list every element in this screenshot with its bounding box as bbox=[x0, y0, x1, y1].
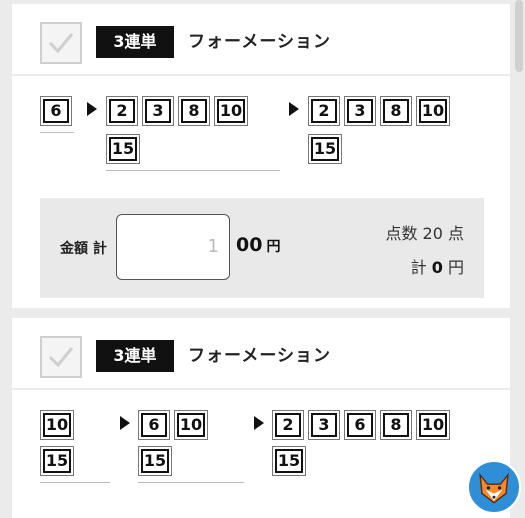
play-arrow-icon bbox=[289, 102, 299, 116]
third-pick-box[interactable]: 2 bbox=[308, 96, 340, 126]
third-pick-number: 2 bbox=[275, 413, 301, 437]
third-pick-box[interactable]: 15 bbox=[308, 134, 342, 164]
third-pick-number: 15 bbox=[275, 449, 303, 473]
divider-line bbox=[40, 132, 74, 133]
second-pick-box[interactable]: 15 bbox=[106, 134, 140, 164]
play-arrow-icon bbox=[87, 102, 97, 116]
first-pick-number: 15 bbox=[43, 449, 71, 473]
second-pick-number: 8 bbox=[181, 99, 207, 123]
second-pick-number: 6 bbox=[141, 413, 167, 437]
ticket-card-1: 3連単 フォーメーション 6 2 3 8 10 15 2 3 8 10 15 金… bbox=[12, 4, 510, 308]
third-pick-box[interactable]: 10 bbox=[416, 410, 450, 440]
bet-type-badge: 3連単 bbox=[96, 26, 174, 58]
amount-input[interactable]: 1 bbox=[116, 214, 230, 280]
third-pick-number: 6 bbox=[347, 413, 373, 437]
amount-panel: 金額 計 1 00 円 点数 20 点 計 0 円 bbox=[40, 198, 484, 298]
first-pick-box[interactable]: 15 bbox=[40, 446, 74, 476]
page: 3連単 フォーメーション 6 2 3 8 10 15 2 3 8 10 15 金… bbox=[12, 0, 510, 518]
second-pick-box[interactable]: 8 bbox=[178, 96, 210, 126]
first-pick-box[interactable]: 10 bbox=[40, 410, 74, 440]
bet-mode-label: フォーメーション bbox=[188, 346, 331, 366]
total-amount: 計 0 円 bbox=[411, 254, 464, 278]
second-pick-number: 10 bbox=[177, 413, 205, 437]
scrollbar[interactable] bbox=[515, 0, 523, 72]
second-pick-box[interactable]: 2 bbox=[106, 96, 138, 126]
fox-mascot-icon bbox=[467, 460, 521, 514]
second-pick-box[interactable]: 10 bbox=[214, 96, 248, 126]
third-pick-number: 2 bbox=[311, 99, 337, 123]
total-suffix: 円 bbox=[447, 258, 464, 277]
first-pick-number: 10 bbox=[43, 413, 71, 437]
bet-mode-label: フォーメーション bbox=[188, 32, 331, 52]
play-arrow-icon bbox=[120, 416, 130, 430]
second-pick-number: 2 bbox=[109, 99, 135, 123]
second-pick-number: 15 bbox=[109, 137, 137, 161]
ticket-checkbox-1[interactable] bbox=[40, 22, 82, 64]
second-pick-number: 10 bbox=[217, 99, 245, 123]
third-pick-number: 3 bbox=[311, 413, 337, 437]
play-arrow-icon bbox=[254, 416, 264, 430]
third-pick-number: 10 bbox=[419, 413, 447, 437]
second-pick-number: 15 bbox=[141, 449, 169, 473]
second-pick-number: 3 bbox=[145, 99, 171, 123]
amount-hundreds: 00 bbox=[236, 234, 263, 256]
third-pick-number: 8 bbox=[383, 413, 409, 437]
ticket-header-2: 3連単 フォーメーション bbox=[12, 318, 510, 390]
third-pick-box[interactable]: 8 bbox=[380, 96, 412, 126]
divider-line bbox=[40, 482, 110, 483]
third-pick-box[interactable]: 2 bbox=[272, 410, 304, 440]
third-pick-box[interactable]: 8 bbox=[380, 410, 412, 440]
second-pick-box[interactable]: 3 bbox=[142, 96, 174, 126]
first-pick-number: 6 bbox=[43, 99, 69, 123]
third-pick-number: 15 bbox=[311, 137, 339, 161]
third-pick-box[interactable]: 6 bbox=[344, 410, 376, 440]
third-pick-box[interactable]: 15 bbox=[272, 446, 306, 476]
second-pick-box[interactable]: 15 bbox=[138, 446, 172, 476]
points-count: 点数 20 点 bbox=[385, 224, 464, 243]
total-value: 0 bbox=[431, 258, 443, 277]
total-prefix: 計 bbox=[410, 258, 427, 277]
ticket-checkbox-2[interactable] bbox=[40, 336, 82, 378]
check-icon bbox=[48, 33, 74, 54]
divider-line bbox=[138, 482, 244, 483]
ticket-card-2: 3連単 フォーメーション 10 15 6 10 15 2 3 6 8 10 15 bbox=[12, 318, 510, 518]
amount-label: 金額 計 bbox=[60, 241, 107, 257]
amount-suffix: 00 円 bbox=[236, 234, 280, 256]
second-pick-box[interactable]: 10 bbox=[174, 410, 208, 440]
third-pick-number: 10 bbox=[419, 99, 447, 123]
check-icon bbox=[48, 347, 74, 368]
first-pick-box[interactable]: 6 bbox=[40, 96, 72, 126]
amount-yen-unit: 円 bbox=[266, 239, 281, 255]
third-pick-box[interactable]: 3 bbox=[344, 96, 376, 126]
third-pick-box[interactable]: 3 bbox=[308, 410, 340, 440]
second-pick-box[interactable]: 6 bbox=[138, 410, 170, 440]
divider-line bbox=[106, 170, 280, 171]
ticket-header-1: 3連単 フォーメーション bbox=[12, 4, 510, 76]
third-pick-number: 3 bbox=[347, 99, 373, 123]
third-pick-box[interactable]: 10 bbox=[416, 96, 450, 126]
bet-type-badge: 3連単 bbox=[96, 340, 174, 372]
third-pick-number: 8 bbox=[383, 99, 409, 123]
